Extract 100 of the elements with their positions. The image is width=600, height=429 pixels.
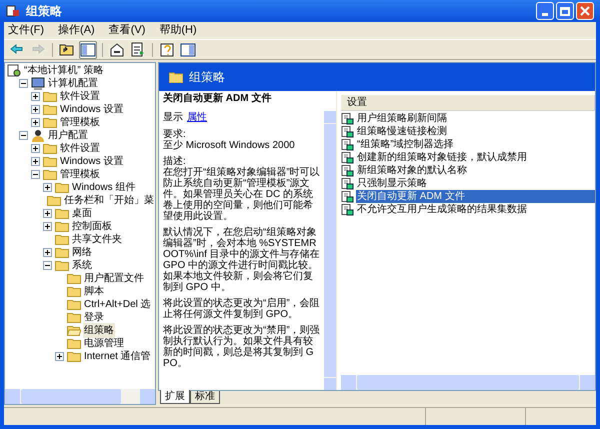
close-icon	[580, 6, 590, 16]
tab[interactable]: 标准	[190, 391, 220, 404]
tree-pane-button[interactable]	[79, 40, 97, 58]
tree-item[interactable]: 任务栏和「开始」菜	[63, 193, 155, 208]
menu-item[interactable]: 帮助(H)	[159, 22, 197, 39]
tree-item[interactable]: Internet 通信管	[83, 349, 152, 364]
tree-item[interactable]: 控制面板	[71, 219, 113, 234]
minimize-button[interactable]	[536, 2, 554, 20]
pane-button[interactable]	[179, 40, 197, 58]
description-text: 至少 Microsoft Windows 2000	[163, 140, 296, 151]
policy-setting-icon	[341, 164, 354, 176]
description-text: 将此设置的状态更改为“禁用”，则强制执行默认行为。如果文件具有较新的时间戳，则总是将其复制到 GPO。	[163, 325, 320, 369]
folder-icon	[67, 350, 81, 363]
setting-row[interactable]: 只强制显示策略	[356, 177, 428, 190]
tree-item[interactable]: 电源管理	[83, 336, 125, 351]
expand-toggle[interactable]	[43, 183, 52, 192]
expand-toggle[interactable]	[31, 105, 40, 114]
expand-toggle[interactable]	[43, 222, 52, 231]
tree-item[interactable]: “本地计算机” 策略	[23, 63, 104, 78]
menu-item[interactable]: 查看(V)	[108, 22, 146, 39]
folder-icon	[67, 337, 81, 350]
show-label: 显示	[163, 112, 183, 123]
folder-icon	[55, 181, 69, 194]
section-heading: 描述:	[163, 156, 186, 167]
horizontal-scrollbar[interactable]	[5, 389, 155, 404]
policy-setting-icon	[341, 152, 354, 164]
policy-setting-icon	[341, 138, 354, 150]
tree-item[interactable]: Windows 设置	[59, 154, 124, 169]
collapse-toggle[interactable]	[31, 170, 40, 179]
expand-toggle[interactable]	[43, 209, 52, 218]
properties-button[interactable]	[108, 40, 126, 58]
folder-icon	[55, 246, 69, 259]
setting-row[interactable]: 用户组策略刷新间隔	[356, 112, 448, 125]
tree-item[interactable]: Windows 设置	[59, 102, 124, 117]
folder-icon	[43, 168, 57, 181]
close-button[interactable]	[576, 2, 594, 20]
folder-icon	[43, 103, 57, 116]
tree-item[interactable]: 桌面	[71, 206, 93, 221]
setting-row[interactable]: 创建新的组策略对象链接，默认成禁用	[356, 151, 528, 164]
horizontal-scrollbar[interactable]	[341, 375, 595, 390]
properties-link[interactable]: 属性	[187, 112, 207, 123]
collapse-toggle[interactable]	[43, 261, 52, 270]
section-heading: 要求:	[163, 129, 187, 140]
policy-setting-icon	[341, 178, 354, 190]
tree-item[interactable]: Windows 组件	[71, 180, 136, 195]
expand-toggle[interactable]	[55, 352, 64, 361]
tree-item[interactable]: 管理模板	[59, 115, 101, 130]
setting-row[interactable]: 新组策略对象的默认名称	[356, 164, 468, 177]
expand-toggle[interactable]	[43, 248, 52, 257]
description-text: 将此设置的状态更改为“启用”，会阻止将任何源文件复制到 GPO。	[163, 298, 320, 320]
folder-icon	[67, 298, 81, 311]
tree-item[interactable]: Ctrl+Alt+Del 选	[83, 297, 152, 312]
vertical-scrollbar[interactable]	[324, 111, 336, 390]
user-icon	[31, 129, 45, 142]
expand-toggle[interactable]	[31, 118, 40, 127]
setting-row[interactable]: 组策略慢速链接检测	[356, 125, 448, 138]
folder-icon	[43, 90, 57, 103]
tree-item[interactable]: 组策略	[83, 323, 115, 338]
policy-setting-icon	[341, 126, 354, 138]
tree-item[interactable]: 登录	[83, 310, 105, 325]
tree-item[interactable]: 系统	[71, 258, 93, 273]
menu-item[interactable]: 文件(F)	[8, 22, 44, 39]
tree-item[interactable]: 计算机配置	[47, 76, 99, 91]
setting-row[interactable]: 关闭自动更新 ADM 文件	[356, 190, 595, 203]
folder-icon	[67, 311, 81, 324]
help-button[interactable]	[158, 40, 176, 58]
menu-item[interactable]: 操作(A)	[58, 22, 95, 39]
policy-app-icon	[6, 4, 20, 18]
folder-icon	[169, 71, 183, 83]
folder-icon	[43, 155, 57, 168]
expand-toggle[interactable]	[31, 157, 40, 166]
maximize-button[interactable]	[556, 2, 574, 20]
header-title: 组策略	[189, 69, 225, 86]
setting-row[interactable]: 不允许交互用户生成策略的结果集数据	[356, 203, 528, 216]
tab[interactable]: 扩展	[160, 390, 190, 404]
expand-toggle[interactable]	[31, 92, 40, 101]
policy-setting-icon	[341, 204, 354, 216]
tree-item[interactable]: 网络	[71, 245, 93, 260]
collapse-toggle[interactable]	[19, 79, 28, 88]
folder-icon	[55, 207, 69, 220]
window-title: 组策略	[26, 3, 62, 20]
policy-setting-icon	[341, 112, 354, 124]
tree-item[interactable]: 用户配置	[47, 128, 89, 143]
folder-icon	[55, 259, 69, 272]
collapse-toggle[interactable]	[19, 131, 28, 140]
folder-icon	[43, 116, 57, 129]
tree-item[interactable]: 软件设置	[59, 89, 101, 104]
folder-icon	[47, 194, 61, 207]
setting-row[interactable]: “组策略”域控制器选择	[356, 138, 455, 151]
tree-item[interactable]: 软件设置	[59, 141, 101, 156]
expand-toggle[interactable]	[31, 144, 40, 153]
column-header[interactable]: 设置	[341, 95, 595, 110]
description-text: 在您打开“组策略对象编辑器”时可以防止系统自动更新“管理模板”源文件。如果管理员关心在 DC 的系统卷上使用的空间量，则他们可能希望使用此设置。	[163, 167, 320, 222]
tree-item[interactable]: 共享文件夹	[71, 232, 123, 247]
tree-item[interactable]: 管理模板	[59, 167, 101, 182]
tree-item[interactable]: 用户配置文件	[83, 271, 145, 286]
folder-icon	[55, 233, 69, 246]
folder-icon	[67, 285, 81, 298]
folder-icon	[67, 272, 81, 285]
tree-item[interactable]: 脚本	[83, 284, 105, 299]
